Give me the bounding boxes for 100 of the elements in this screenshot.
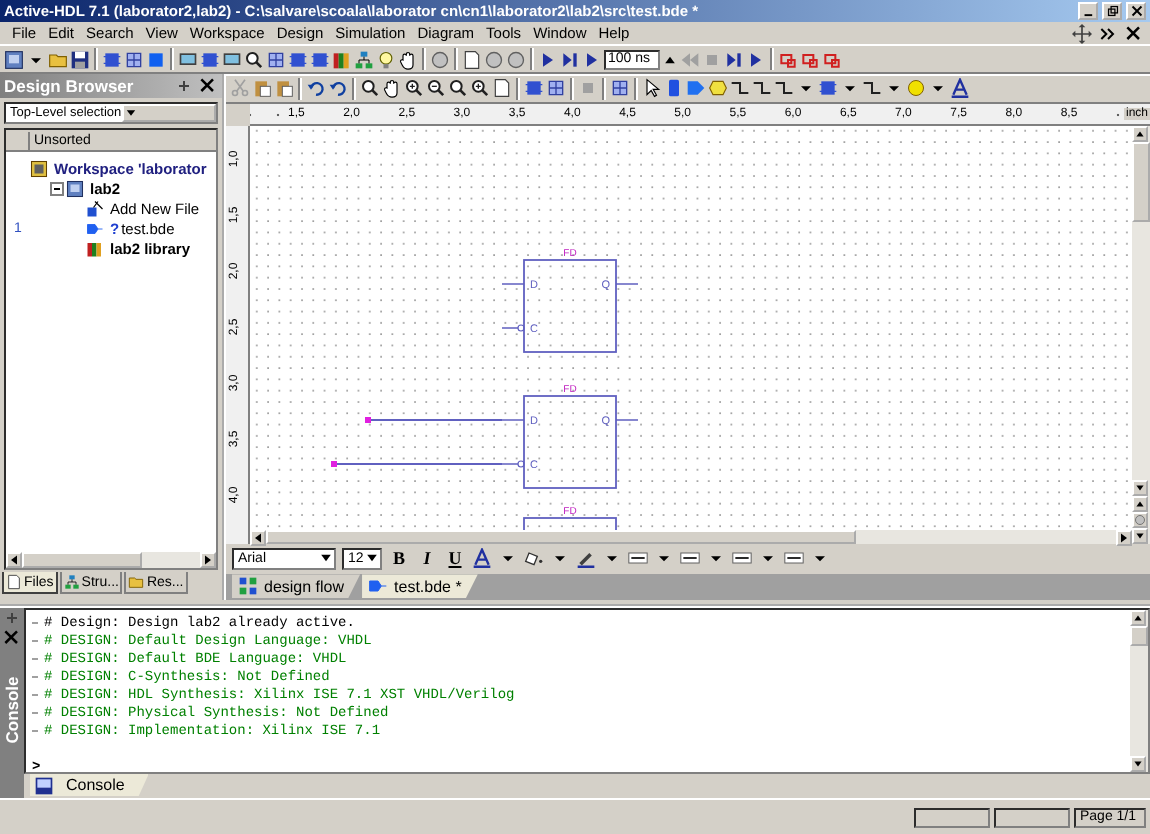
document-icon[interactable] xyxy=(492,78,512,99)
vertical-scrollbar[interactable] xyxy=(1132,125,1150,544)
signal-icon[interactable] xyxy=(822,49,842,69)
text-icon[interactable] xyxy=(950,78,970,99)
circle-icon[interactable] xyxy=(906,78,926,99)
minimize-button[interactable] xyxy=(1078,2,1098,20)
signal-icon[interactable] xyxy=(800,49,820,69)
wire-icon[interactable] xyxy=(730,78,750,99)
line-end-icon[interactable] xyxy=(784,548,804,569)
zoom-in-icon[interactable] xyxy=(470,78,490,99)
chip-icon[interactable] xyxy=(288,49,308,69)
hexagon-icon[interactable] xyxy=(708,78,728,99)
zoom-in-icon[interactable] xyxy=(404,78,424,99)
port-icon[interactable] xyxy=(686,78,706,99)
restore-button[interactable] xyxy=(1102,2,1122,20)
move-icon[interactable] xyxy=(1072,23,1092,43)
flip-flop-block[interactable] xyxy=(501,258,639,352)
chip-icon[interactable] xyxy=(818,78,838,99)
close-icon[interactable] xyxy=(198,76,218,96)
scrollbar-thumb[interactable] xyxy=(22,552,142,568)
grid-icon[interactable] xyxy=(266,49,286,69)
console-tab[interactable]: Console xyxy=(30,774,149,796)
close-button[interactable] xyxy=(1126,2,1146,20)
chip-icon[interactable] xyxy=(524,78,544,99)
chip-icon[interactable] xyxy=(200,49,220,69)
pin-icon[interactable] xyxy=(2,608,22,628)
bold-button[interactable]: B xyxy=(388,547,410,570)
horizontal-scrollbar[interactable] xyxy=(6,552,216,568)
scroll-down-icon[interactable] xyxy=(1130,756,1146,772)
disc-icon[interactable] xyxy=(506,49,526,69)
search-icon[interactable] xyxy=(448,78,468,99)
collapse-icon[interactable] xyxy=(50,181,64,195)
grid-icon[interactable] xyxy=(546,78,566,99)
workspace-icon xyxy=(30,159,48,177)
wire-icon[interactable] xyxy=(752,78,772,99)
line-width-icon[interactable] xyxy=(680,548,700,569)
underline-button[interactable]: U xyxy=(444,547,466,570)
bus-icon[interactable] xyxy=(774,78,794,99)
text-color-icon[interactable] xyxy=(472,548,492,569)
search-icon[interactable] xyxy=(360,78,380,99)
play-icon[interactable] xyxy=(746,49,766,69)
line-style-icon[interactable] xyxy=(732,548,752,569)
folder-icon xyxy=(128,574,145,590)
line-style-icon[interactable] xyxy=(628,548,648,569)
wire[interactable] xyxy=(331,460,503,467)
document-tab[interactable]: design flow xyxy=(232,574,361,599)
copy-icon[interactable] xyxy=(252,78,272,99)
document-icon[interactable] xyxy=(462,49,482,69)
grid-icon[interactable] xyxy=(124,49,144,69)
undo-icon[interactable] xyxy=(306,78,326,99)
monitor-icon[interactable] xyxy=(222,49,242,69)
pin-icon[interactable] xyxy=(174,76,194,96)
folder-icon[interactable] xyxy=(48,49,68,69)
document-tab[interactable]: test.bde * xyxy=(362,574,478,599)
flip-flop-block[interactable] xyxy=(523,516,617,530)
hierarchy-icon[interactable] xyxy=(354,49,374,69)
wire-icon[interactable] xyxy=(862,78,882,99)
flip-flop-block[interactable] xyxy=(501,394,639,488)
line-marker-icon xyxy=(32,694,38,696)
books-icon[interactable] xyxy=(332,49,352,69)
save-icon[interactable] xyxy=(70,49,90,69)
chevron-icon[interactable] xyxy=(1098,23,1118,43)
scroll-up-icon[interactable] xyxy=(1130,610,1146,626)
search-icon[interactable] xyxy=(244,49,264,69)
flowchart-icon xyxy=(238,576,258,597)
symbol-icon[interactable] xyxy=(664,78,684,99)
pointer-icon[interactable] xyxy=(642,78,662,99)
square-icon[interactable] xyxy=(146,49,166,69)
chip-icon[interactable] xyxy=(102,49,122,69)
disc-icon[interactable] xyxy=(484,49,504,69)
close-icon[interactable] xyxy=(1124,23,1144,43)
diagram-file-icon xyxy=(86,219,104,237)
zoom-out-icon[interactable] xyxy=(426,78,446,99)
bulb-icon[interactable] xyxy=(376,49,396,69)
play-icon[interactable] xyxy=(538,49,558,69)
scrollbar-thumb[interactable] xyxy=(1132,141,1150,222)
redo-icon[interactable] xyxy=(328,78,348,99)
design-icon[interactable] xyxy=(4,49,24,69)
italic-button[interactable]: I xyxy=(416,547,438,570)
scroll-down-icon[interactable] xyxy=(1132,479,1148,496)
line-marker-icon xyxy=(32,622,38,624)
chip-icon[interactable] xyxy=(310,49,330,69)
play-icon[interactable] xyxy=(582,49,602,69)
wire[interactable] xyxy=(365,416,503,423)
diagram-file-icon xyxy=(368,576,389,597)
step-icon[interactable] xyxy=(724,49,744,69)
grid-icon[interactable] xyxy=(610,78,630,99)
paste-icon[interactable] xyxy=(274,78,294,99)
hand-icon[interactable] xyxy=(382,78,402,99)
scrollbar-thumb[interactable] xyxy=(1130,626,1148,646)
monitor-icon[interactable] xyxy=(178,49,198,69)
scroll-left-icon[interactable] xyxy=(6,552,22,568)
step-icon[interactable] xyxy=(560,49,580,69)
hand-icon[interactable] xyxy=(398,49,418,69)
scroll-right-icon[interactable] xyxy=(200,552,216,568)
signal-icon[interactable] xyxy=(778,49,798,69)
fill-color-icon[interactable] xyxy=(524,548,544,569)
line-color-icon[interactable] xyxy=(576,548,596,569)
disc-icon[interactable] xyxy=(430,49,450,69)
vertical-scrollbar[interactable] xyxy=(1130,610,1148,772)
